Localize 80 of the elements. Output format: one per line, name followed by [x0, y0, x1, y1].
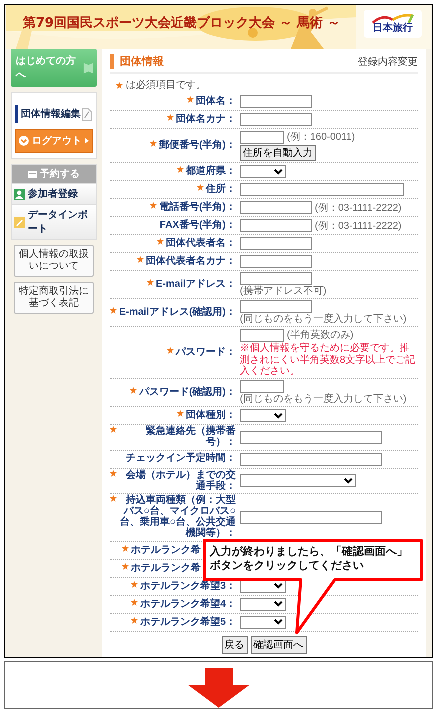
- field-label: 団体名カナ：: [176, 114, 236, 126]
- chevron-icon: [274, 583, 283, 590]
- field-label: 持込車両種類（例：大型バス○台、マイクロバス○台、乗用車○台、公共交通機関等）：: [119, 494, 236, 540]
- field-label: FAX番号(半角)：: [160, 220, 236, 232]
- info-link-button[interactable]: 特定商取引法に基づく表記: [14, 282, 94, 314]
- input-field[interactable]: [240, 237, 312, 250]
- field-label: パスワード(確認用)：: [139, 386, 236, 398]
- input-field[interactable]: [240, 95, 312, 108]
- field-label: ホテルランク希: [131, 544, 201, 556]
- section-title: 予約する: [40, 168, 80, 181]
- field-label: パスワード：: [176, 347, 236, 358]
- dropdown[interactable]: [240, 165, 286, 178]
- document-icon: [82, 108, 92, 120]
- input-field[interactable]: [240, 380, 284, 393]
- book-icon: [82, 61, 94, 75]
- field-hint: (例：03-1111-2222): [315, 220, 402, 232]
- field-label: チェックイン予定時間：: [126, 453, 236, 465]
- field-hint: (同じものをもう一度入力して下さい): [240, 314, 408, 326]
- triangle-icon: [85, 138, 89, 144]
- chevron-icon: [274, 619, 283, 626]
- input-field[interactable]: [240, 183, 404, 196]
- edit-group-link[interactable]: 団体情報編集: [15, 105, 93, 123]
- person-icon: [14, 188, 25, 200]
- field-label: E-mailアドレス(確認用)：: [119, 307, 236, 318]
- field-hint: (同じものをもう一度入力して下さい): [240, 394, 408, 406]
- down-arrow-icon: [188, 668, 250, 708]
- input-field[interactable]: [240, 510, 382, 524]
- input-field[interactable]: [240, 219, 312, 232]
- field-label: 団体種別：: [186, 410, 236, 422]
- warning-text: ※個人情報を守るために必要です。推測されにくい半角英数8文字以上でご記入ください。: [240, 343, 417, 377]
- dropdown[interactable]: [240, 409, 286, 422]
- input-field[interactable]: [240, 452, 382, 466]
- field-label: 住所：: [206, 184, 236, 196]
- back-button[interactable]: 戻る: [222, 636, 248, 654]
- field-label: 会場（ホテル）までの交通手段：: [125, 470, 236, 492]
- section-heading: 団体情報: [110, 54, 164, 69]
- change-link[interactable]: 登録内容変更: [358, 54, 418, 68]
- field-label: E-mailアドレス：: [156, 279, 236, 290]
- input-field[interactable]: [240, 272, 312, 285]
- field-hint: (例：160-0011): [287, 131, 356, 144]
- field-hint: (例：03-1111-2222): [315, 202, 402, 214]
- input-field[interactable]: [240, 430, 382, 444]
- input-field[interactable]: [240, 328, 284, 342]
- input-field[interactable]: [240, 300, 312, 314]
- field-label: ホテルランク希: [131, 562, 201, 574]
- chevron-icon: [274, 168, 283, 174]
- dropdown[interactable]: [240, 616, 286, 629]
- autofill-button[interactable]: 住所を自動入力: [240, 145, 316, 161]
- input-field[interactable]: [240, 130, 284, 144]
- input-field[interactable]: [240, 201, 312, 214]
- field-label: ホテルランク希望5：: [140, 616, 236, 628]
- menu-item[interactable]: データインポート: [12, 204, 96, 239]
- logo-text: 日本旅行: [373, 24, 413, 34]
- info-link-button[interactable]: 個人情報の取扱いについて: [14, 245, 94, 277]
- field-hint: (携帯アドレス不可): [240, 286, 328, 298]
- arc-icon: [371, 14, 415, 24]
- field-label: 都道府県：: [186, 166, 236, 178]
- field-label: 団体名：: [196, 96, 236, 108]
- input-field[interactable]: [240, 113, 312, 126]
- required-note: は必須項目です。: [126, 78, 206, 92]
- chevron-icon: [274, 601, 283, 608]
- field-label: 電話番号(半角)：: [159, 202, 236, 214]
- chevron-icon: [344, 478, 353, 484]
- pencil-icon: [14, 216, 25, 228]
- menu-item[interactable]: 参加者登録: [12, 183, 96, 204]
- chevron-icon: [274, 412, 283, 419]
- field-label: 団体代表者名カナ：: [146, 256, 236, 268]
- confirm-button[interactable]: 確認画面へ: [250, 636, 306, 654]
- field-hint: (半角英数のみ): [287, 328, 354, 342]
- field-label: 団体代表者名：: [166, 238, 236, 250]
- required-icon: [116, 82, 123, 88]
- input-field[interactable]: [240, 255, 312, 268]
- field-label: 郵便番号(半角)：: [159, 140, 236, 152]
- chevron-circle-icon: [19, 136, 29, 146]
- calendar-icon: [28, 170, 37, 178]
- page-title: 第79回国民スポーツ大会近畿ブロック大会 ～ 馬術 ～: [23, 14, 341, 32]
- field-label: 緊急連絡先（携帯番号）：: [145, 426, 236, 448]
- callout-text: 入力が終わりましたら、「確認画面へ」ボタンをクリックしてください: [210, 544, 409, 574]
- dropdown[interactable]: [240, 598, 286, 611]
- field-label: ホテルランク希望4：: [140, 598, 236, 610]
